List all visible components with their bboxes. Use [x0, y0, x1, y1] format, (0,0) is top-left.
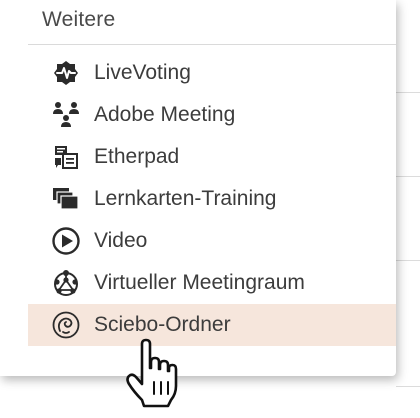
menu-item-label: Sciebo-Ordner	[94, 313, 231, 336]
background-divider	[396, 92, 420, 93]
menu-list: LiveVoting Adobe Meeting Etherpad Lernka…	[28, 52, 396, 346]
more-dropdown-menu: Weitere LiveVoting Adobe Meeting Etherpa…	[0, 0, 396, 376]
page: Weitere LiveVoting Adobe Meeting Etherpa…	[0, 0, 420, 418]
menu-item-label: Lernkarten-Training	[94, 187, 277, 210]
background-divider	[396, 386, 420, 387]
etherpad-icon	[50, 141, 82, 173]
menu-item-livevoting[interactable]: LiveVoting	[28, 52, 396, 94]
menu-item-lernkarten-training[interactable]: Lernkarten-Training	[28, 178, 396, 220]
background-divider	[396, 176, 420, 177]
menu-item-sciebo-ordner[interactable]: Sciebo-Ordner	[28, 304, 396, 346]
virtual-meeting-room-icon	[50, 267, 82, 299]
menu-item-label: Etherpad	[94, 145, 180, 168]
menu-item-label: Virtueller Meetingraum	[94, 271, 305, 294]
menu-heading: Weitere	[42, 8, 116, 31]
menu-item-etherpad[interactable]: Etherpad	[28, 136, 396, 178]
menu-item-virtueller-meetingraum[interactable]: Virtueller Meetingraum	[28, 262, 396, 304]
live-voting-icon	[50, 57, 82, 89]
adobe-meeting-icon	[50, 99, 82, 131]
background-divider	[396, 260, 420, 261]
flashcards-icon	[50, 183, 82, 215]
menu-item-adobe-meeting[interactable]: Adobe Meeting	[28, 94, 396, 136]
menu-item-video[interactable]: Video	[28, 220, 396, 262]
menu-divider	[28, 44, 396, 45]
video-play-icon	[50, 225, 82, 257]
sciebo-folder-icon	[50, 309, 82, 341]
menu-item-label: LiveVoting	[94, 61, 191, 84]
menu-item-label: Video	[94, 229, 148, 252]
menu-item-label: Adobe Meeting	[94, 103, 236, 126]
